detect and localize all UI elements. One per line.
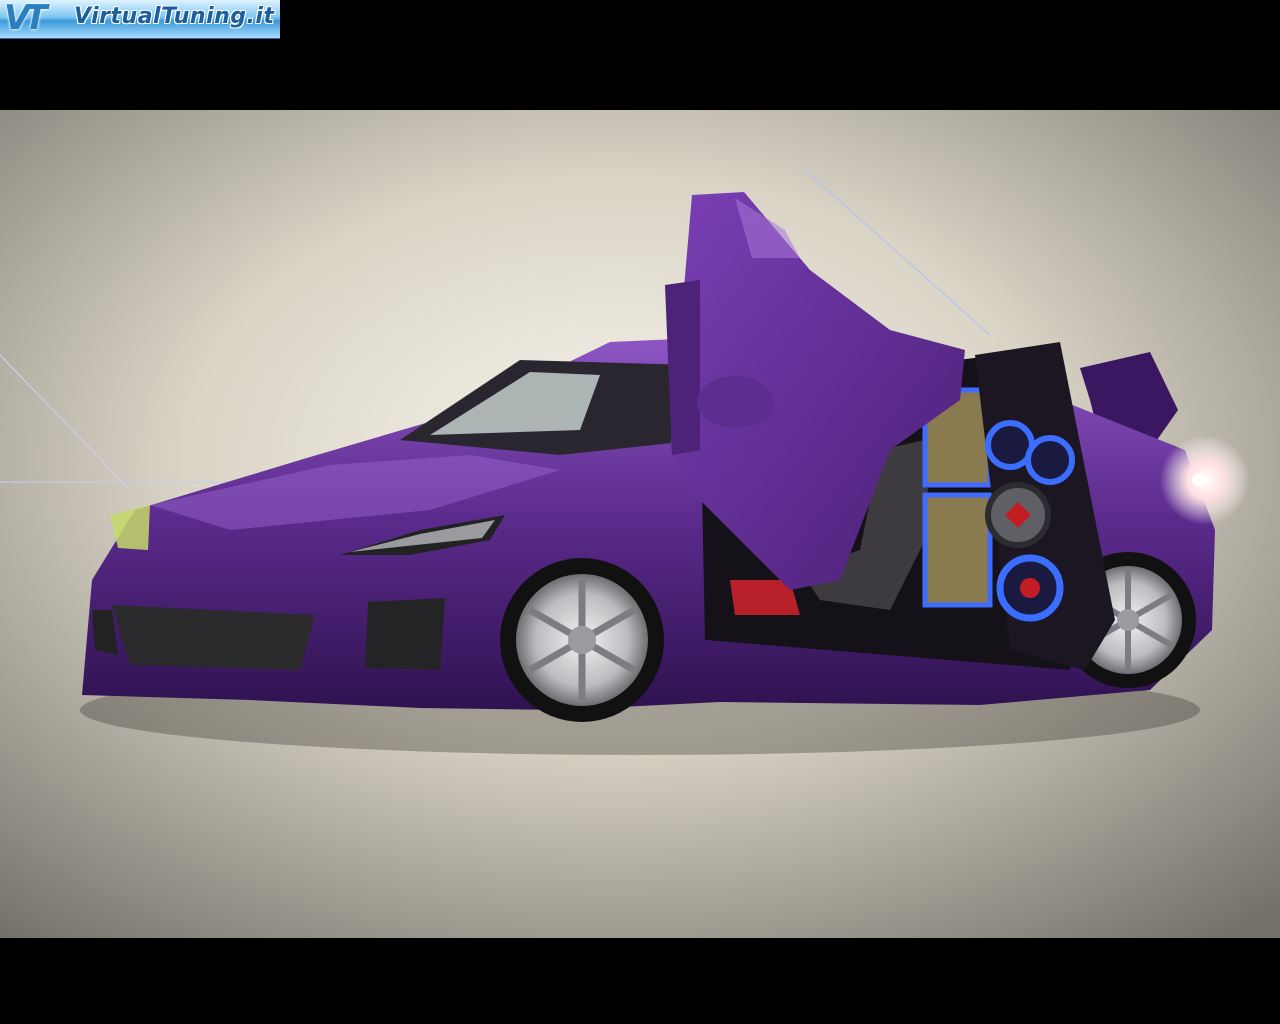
letterbox-bottom [0,938,1280,1024]
car-photo [0,110,1280,938]
purple-sports-car-icon [0,110,1280,938]
logo-text: VirtualTuning.it [74,4,275,29]
logo-mark-icon: VT [4,0,47,38]
site-logo[interactable]: VT VirtualTuning.it [0,0,280,39]
